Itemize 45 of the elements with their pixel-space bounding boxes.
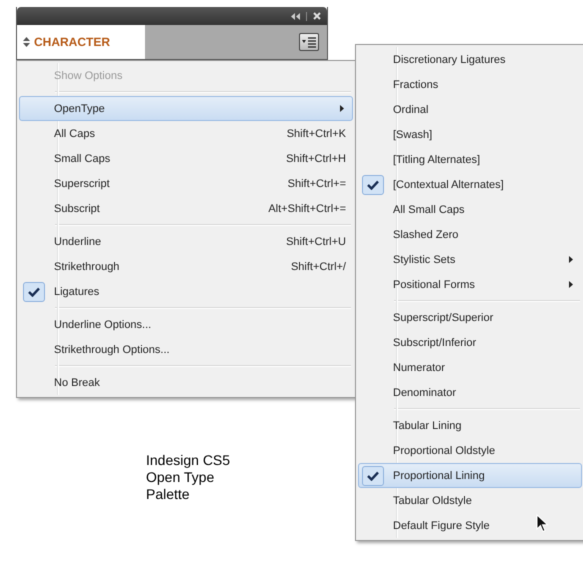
menu-item[interactable]: Small Caps Shift+Ctrl+H [19,146,353,171]
caption-line: Open Type [146,469,216,486]
menu-item[interactable]: OpenType [19,96,353,121]
checkmark-icon [367,470,379,480]
up-down-icon [23,37,30,47]
menu-item[interactable]: Tabular Lining [358,413,582,438]
panel-tab[interactable]: CHARACTER [17,25,145,59]
menu-item[interactable]: Slashed Zero [358,222,582,247]
menu-item[interactable]: [Swash] [358,122,582,147]
menu-item[interactable]: Stylistic Sets [358,247,582,272]
panel-title: CHARACTER [34,35,110,49]
caption-line: Palette [146,486,191,503]
menu-item[interactable]: Proportional Lining [358,463,582,488]
menu-item[interactable]: All Small Caps [358,197,582,222]
close-icon[interactable] [313,12,321,20]
menu-item[interactable]: Denominator [358,380,582,405]
divider-icon [306,12,307,20]
pointer-icon [536,514,549,533]
menu-item[interactable]: Discretionary Ligatures [358,47,582,72]
menu-item[interactable]: Subscript Alt+Shift+Ctrl+= [19,196,353,221]
menu-item[interactable]: [Contextual Alternates] [358,172,582,197]
menu-item[interactable]: Superscript Shift+Ctrl+= [19,171,353,196]
menu-item[interactable]: All Caps Shift+Ctrl+K [19,121,353,146]
menu-item[interactable]: [Titling Alternates] [358,147,582,172]
caption-line: Indesign CS5 [146,452,230,469]
menu-item[interactable]: Underline Options... [19,312,353,337]
menu-item[interactable]: Proportional Oldstyle [358,438,582,463]
menu-item[interactable]: Underline Shift+Ctrl+U [19,229,353,254]
menu-icon [301,36,317,48]
menu-item[interactable]: Superscript/Superior [358,305,582,330]
menu-item[interactable]: Fractions [358,72,582,97]
menu-item[interactable]: Numerator [358,355,582,380]
menu-item[interactable]: No Break [19,370,353,395]
checkmark-icon [367,180,379,190]
menu-item[interactable]: Ordinal [358,97,582,122]
menu-item[interactable]: Default Figure Style [358,513,582,538]
menu-item[interactable]: Positional Forms [358,272,582,297]
menu-item[interactable]: Ligatures [19,279,353,304]
menu-item[interactable]: Strikethrough Shift+Ctrl+/ [19,254,353,279]
checkmark-icon [28,286,40,296]
menu-item[interactable]: Tabular Oldstyle [358,488,582,513]
collapse-icon[interactable] [291,12,300,20]
menu-item[interactable]: Subscript/Inferior [358,330,582,355]
panel-menu-button[interactable] [299,33,319,51]
menu-item[interactable]: Strikethrough Options... [19,337,353,362]
